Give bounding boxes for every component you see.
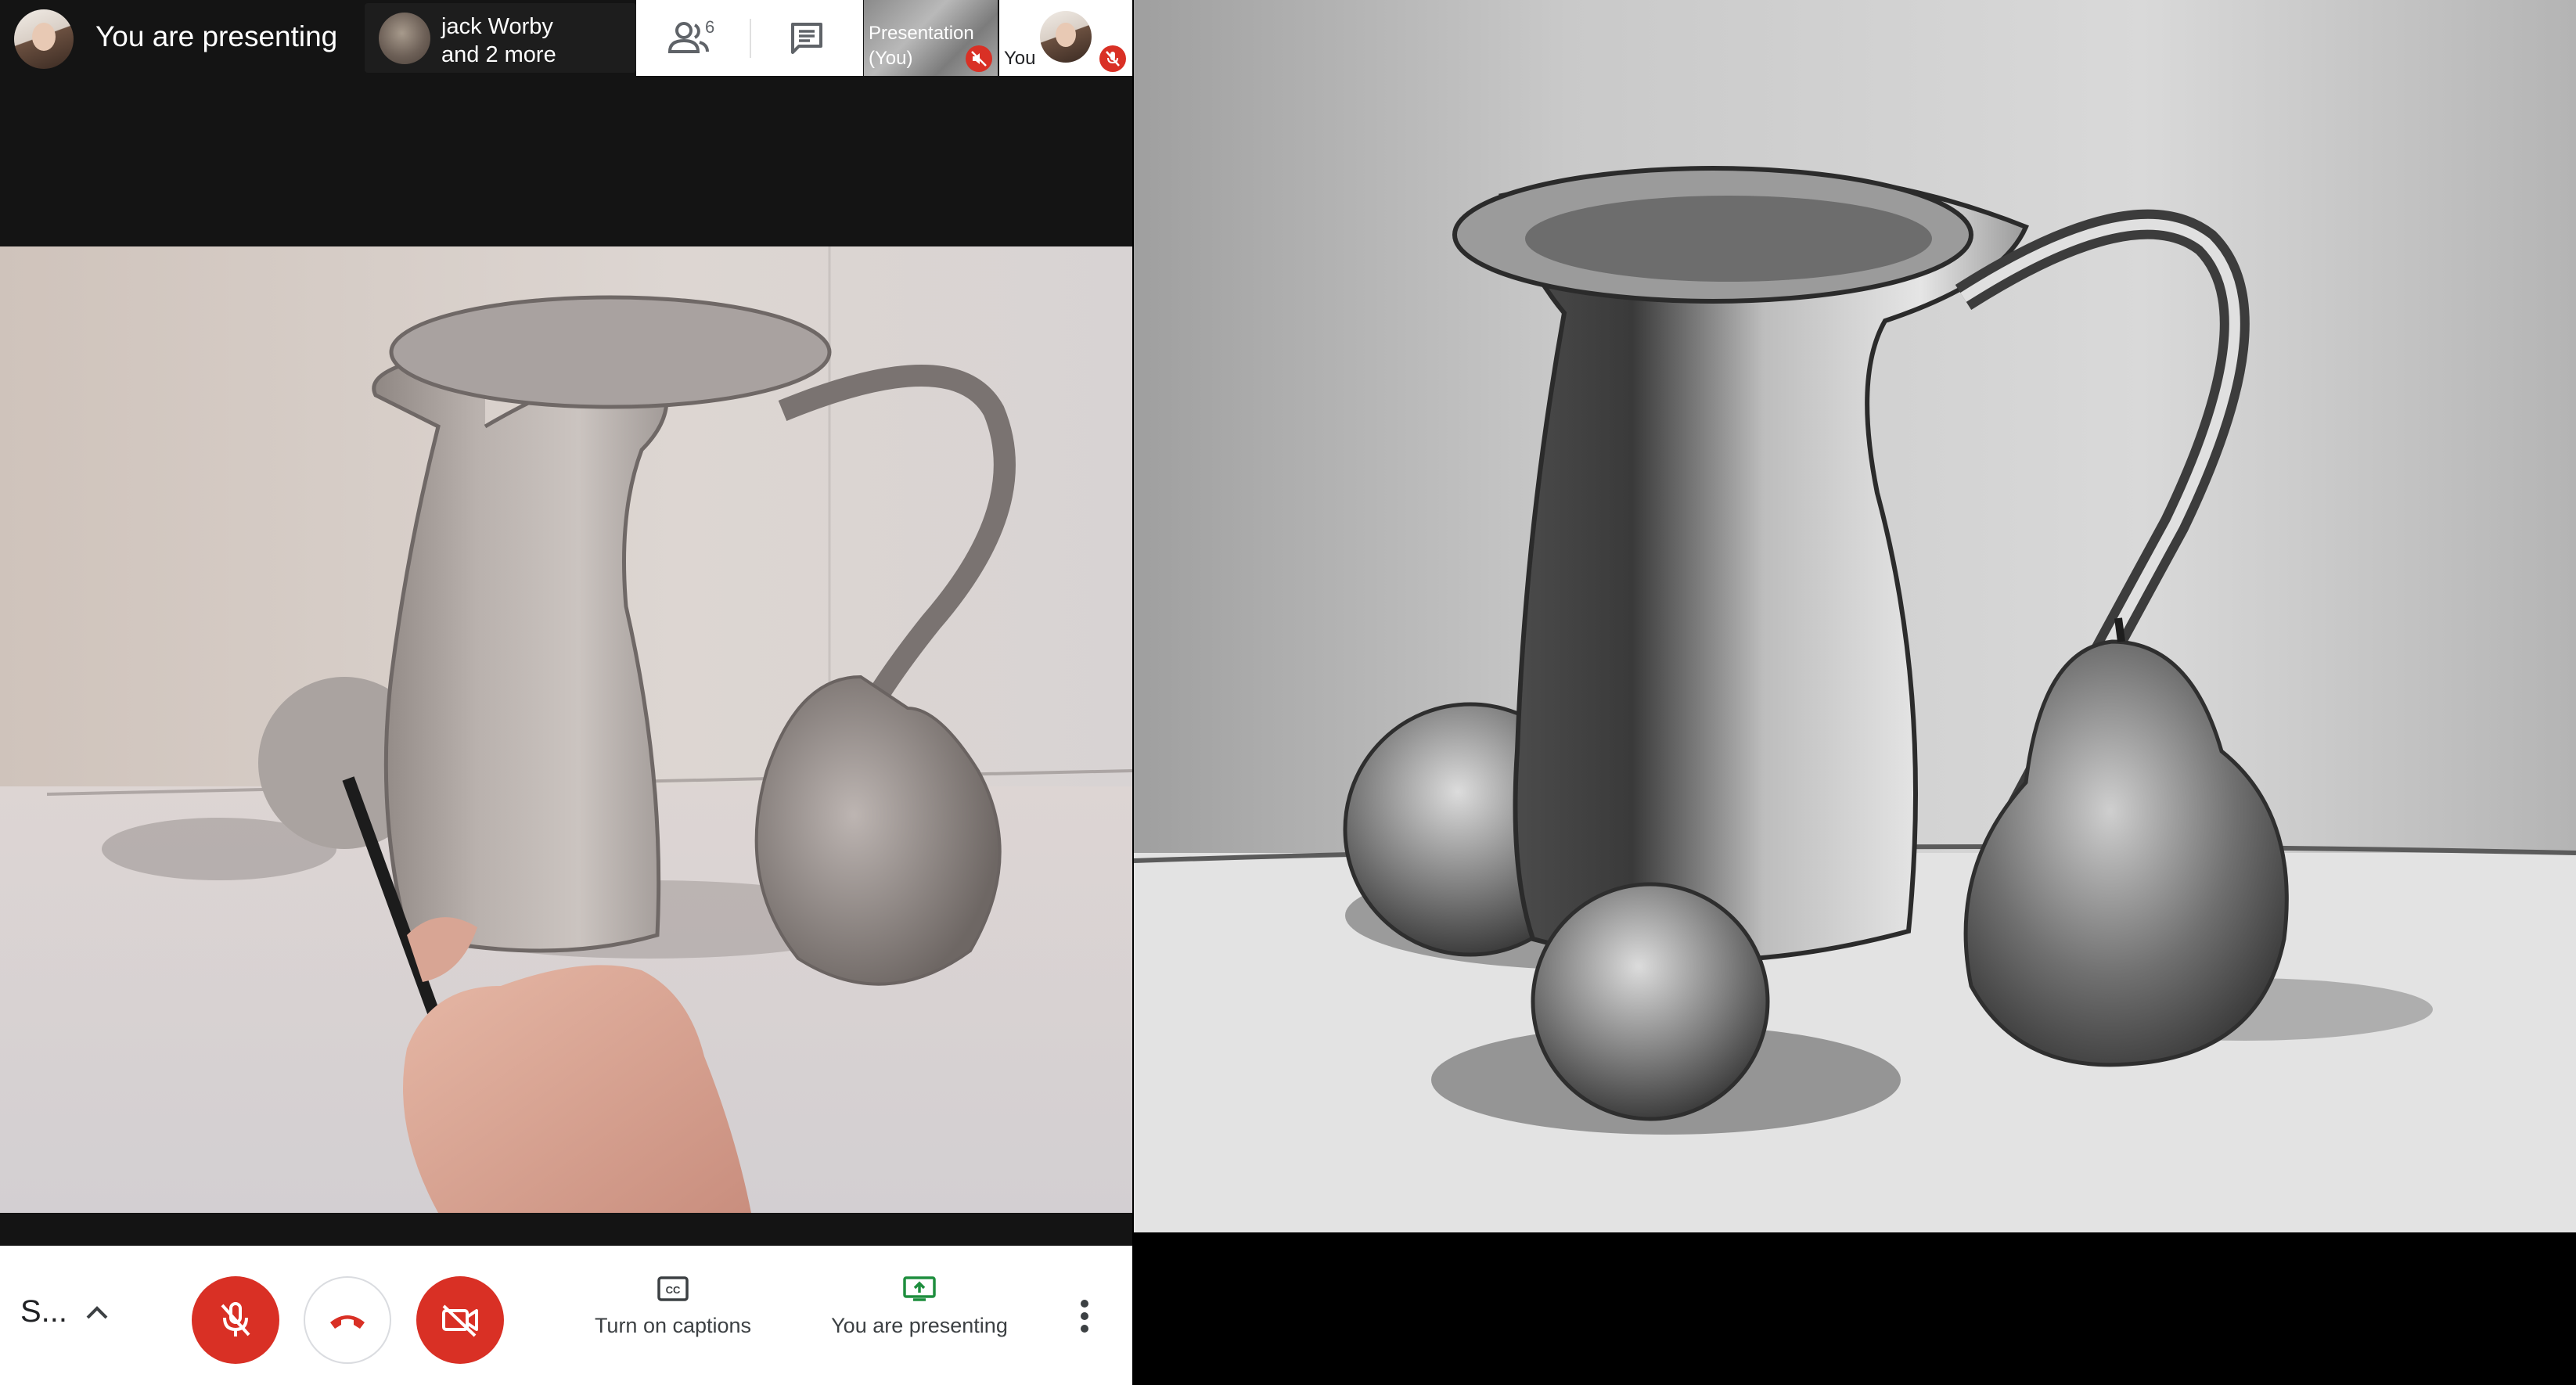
mic-toggle-button[interactable] [192,1276,279,1364]
participant-avatar [379,13,430,64]
camera-toggle-button[interactable] [416,1276,504,1364]
mic-off-icon [221,1302,250,1336]
letterbox-bar [1134,1232,2576,1385]
video-frame-image [0,246,1132,1213]
svg-text:CC: CC [666,1284,681,1296]
participant-name: jack Worby [441,14,553,39]
volume-off-icon [971,51,987,67]
self-tile-label: You [1004,48,1036,69]
presentation-tile-label: Presentation [869,23,974,44]
meeting-details-toggle[interactable] [81,1297,113,1329]
people-button[interactable]: 6 [636,0,750,76]
mic-off-icon [1106,51,1120,67]
meeting-name[interactable]: S... [20,1294,67,1329]
captions-button[interactable]: CC Turn on captions [579,1275,767,1338]
still-life-sketch-image [1134,0,2576,1232]
presenting-label: You are presenting [831,1314,1008,1337]
participant-more: and 2 more [441,42,556,67]
more-options-button[interactable] [1069,1293,1100,1340]
presenting-title: You are presenting [95,20,338,52]
camera-off-icon [442,1304,478,1337]
top-bar: You are presenting jack Worby and 2 more… [0,0,1132,76]
participants-chip[interactable]: jack Worby and 2 more [365,3,636,73]
self-avatar [14,9,74,69]
presenting-button[interactable]: You are presenting [822,1275,1017,1338]
chat-icon [790,22,822,54]
presentation-tile-sublabel: (You) [869,48,913,69]
leave-call-button[interactable] [304,1276,391,1364]
chat-button[interactable] [750,0,863,76]
presentation-tile[interactable]: Presentation (You) [864,0,998,76]
self-presenting-chip: You are presenting [0,0,362,76]
people-count: 6 [705,17,715,37]
top-toolbar: 6 [636,0,863,76]
presentation-audio-off [966,45,992,72]
more-vert-icon [1081,1300,1088,1333]
shared-video [0,246,1132,1213]
self-tile[interactable]: You [999,0,1132,76]
present-icon [903,1276,936,1301]
captions-label: Turn on captions [594,1314,752,1337]
call-controls-bar: S... CC Turn on captions You are present… [0,1246,1132,1385]
reference-drawing [1134,0,2576,1232]
self-tile-avatar [1040,11,1092,63]
meet-window: You are presenting jack Worby and 2 more… [0,0,1132,1385]
end-call-icon [330,1315,365,1329]
self-mic-muted [1099,45,1126,72]
captions-icon: CC [657,1276,689,1301]
chevron-up-icon [86,1306,108,1319]
